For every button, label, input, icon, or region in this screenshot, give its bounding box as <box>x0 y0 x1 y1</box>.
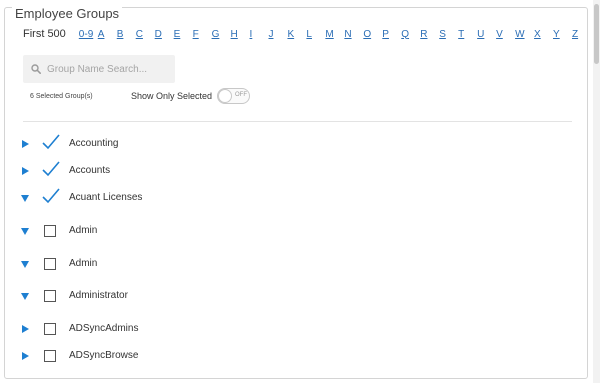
filter-letter-n[interactable]: N <box>344 29 363 40</box>
filter-letter-u[interactable]: U <box>477 29 496 40</box>
toggle-state: OFF <box>235 92 247 98</box>
group-name: ADSyncBrowse <box>69 350 139 361</box>
filter-letter-m[interactable]: M <box>325 29 344 40</box>
search-icon <box>31 64 41 74</box>
group-row[interactable]: Admin <box>20 255 97 273</box>
filter-letter-q[interactable]: Q <box>401 29 420 40</box>
filter-letter-h[interactable]: H <box>231 29 250 40</box>
group-checkbox[interactable] <box>44 225 56 237</box>
expand-right-icon[interactable] <box>20 324 30 334</box>
filter-letter-f[interactable]: F <box>193 29 212 40</box>
expand-down-icon[interactable] <box>20 226 30 236</box>
group-checkbox[interactable] <box>44 258 56 270</box>
group-row[interactable]: Accounting <box>20 134 118 153</box>
group-checkbox[interactable] <box>44 323 56 335</box>
expand-down-icon[interactable] <box>20 193 30 203</box>
group-name: Accounting <box>69 138 119 149</box>
show-only-selected-label: Show Only Selected <box>131 91 213 101</box>
group-name: Admin <box>69 225 98 236</box>
filter-letter-w[interactable]: W <box>515 29 534 40</box>
filter-letter-e[interactable]: E <box>174 29 193 40</box>
group-search-box[interactable] <box>23 55 175 83</box>
expand-right-icon[interactable] <box>20 166 30 176</box>
filter-letter-t[interactable]: T <box>458 29 477 40</box>
filter-letter-l[interactable]: L <box>306 29 325 40</box>
group-row[interactable]: ADSyncAdmins <box>20 320 138 338</box>
group-name: Accounts <box>69 165 111 176</box>
filter-letter-a[interactable]: A <box>98 29 117 40</box>
group-search-input[interactable] <box>45 62 169 76</box>
checkmark-icon[interactable] <box>41 187 61 210</box>
filter-letter-o[interactable]: O <box>363 29 382 40</box>
expand-down-icon[interactable] <box>20 259 30 269</box>
panel-legend: Employee Groups <box>12 7 123 21</box>
group-checkbox[interactable] <box>44 290 56 302</box>
filter-first-500[interactable]: First 500 <box>23 28 66 40</box>
filter-letter-g[interactable]: G <box>212 29 231 40</box>
expand-down-icon[interactable] <box>20 291 30 301</box>
filter-letter-y[interactable]: Y <box>553 29 572 40</box>
filter-letter-0-9[interactable]: 0-9 <box>79 29 98 40</box>
group-row[interactable]: Accounts <box>20 161 110 180</box>
group-name: Admin <box>69 258 98 269</box>
expand-right-icon[interactable] <box>20 139 30 149</box>
filter-letter-k[interactable]: K <box>287 29 306 40</box>
group-row[interactable]: Admin <box>20 222 97 240</box>
alphabet-filter: First 500 0-9 A B C D E F G H I J K L M … <box>23 27 578 41</box>
toggle-knob <box>218 89 232 103</box>
filter-letter-j[interactable]: J <box>268 29 287 40</box>
divider <box>23 121 572 122</box>
group-name: ADSyncAdmins <box>69 323 139 334</box>
scrollbar[interactable] <box>593 0 600 383</box>
checkmark-icon[interactable] <box>41 133 61 156</box>
group-row[interactable]: Acuant Licenses <box>20 188 142 207</box>
scrollbar-thumb[interactable] <box>594 4 599 64</box>
expand-right-icon[interactable] <box>20 351 30 361</box>
filter-letter-d[interactable]: D <box>155 29 174 40</box>
filter-letter-i[interactable]: I <box>250 29 269 40</box>
group-checkbox[interactable] <box>44 350 56 362</box>
filter-letter-s[interactable]: S <box>439 29 458 40</box>
group-row[interactable]: Administrator <box>20 287 128 305</box>
checkmark-icon[interactable] <box>41 160 61 183</box>
filter-letter-r[interactable]: R <box>420 29 439 40</box>
filter-letter-b[interactable]: B <box>117 29 136 40</box>
filter-letter-x[interactable]: X <box>534 29 553 40</box>
filter-letter-v[interactable]: V <box>496 29 515 40</box>
selected-count: 6 Selected Group(s) <box>30 93 93 100</box>
group-row[interactable]: ADSyncBrowse <box>20 347 138 365</box>
filter-letter-c[interactable]: C <box>136 29 155 40</box>
filter-letter-p[interactable]: P <box>382 29 401 40</box>
group-name: Administrator <box>69 290 128 301</box>
filter-letter-z[interactable]: Z <box>572 29 578 40</box>
group-name: Acuant Licenses <box>69 192 143 203</box>
show-only-selected-toggle[interactable]: OFF <box>217 88 250 104</box>
